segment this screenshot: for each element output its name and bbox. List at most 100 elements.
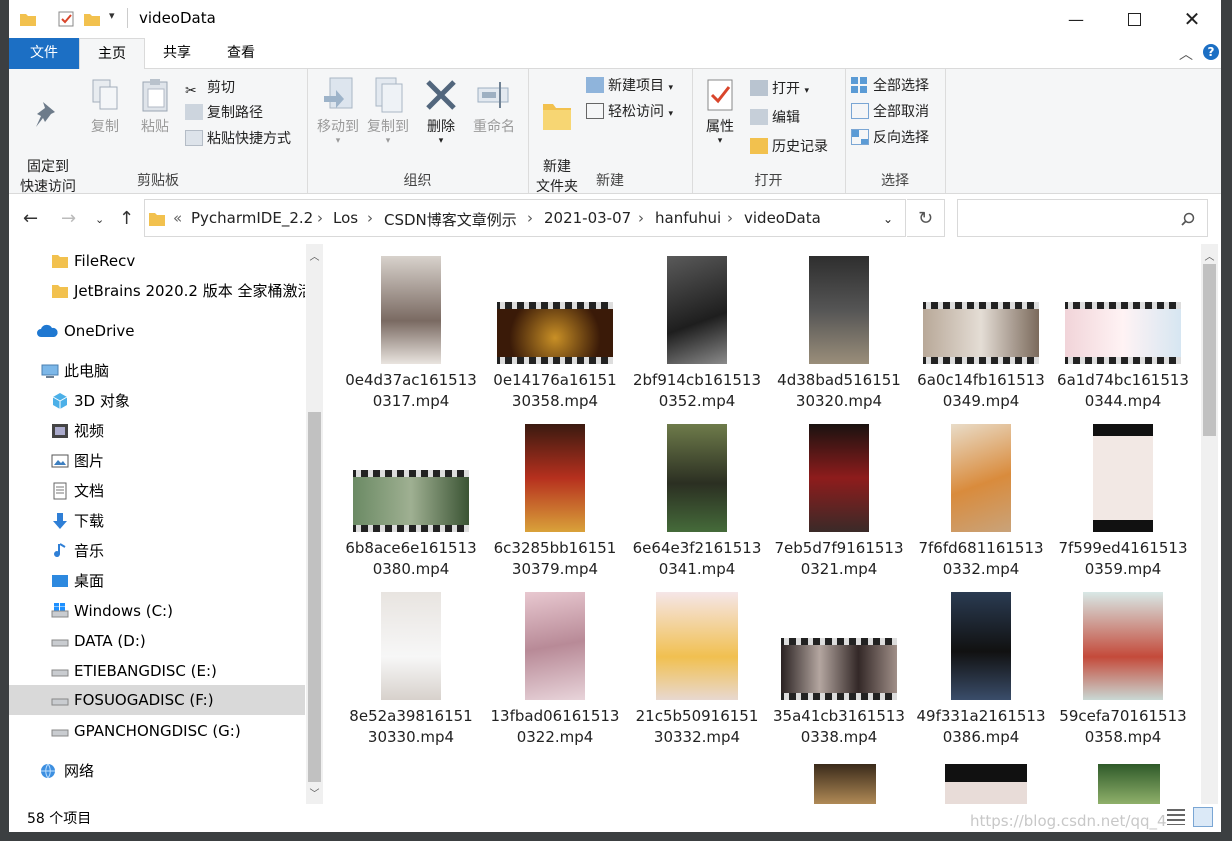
properties-button[interactable]: 属性 ▾ [700,75,740,146]
video-file-item[interactable]: 0e4d37ac1615130317.mp4 [345,254,477,414]
refresh-button[interactable]: ↻ [907,199,945,237]
video-file-item[interactable]: 35a41cb31615130338.mp4 [773,590,905,750]
select-none-button[interactable]: 全部取消 [851,101,929,123]
nav-item-drive-c[interactable]: Windows (C:) [9,596,305,626]
cut-button[interactable]: ✂ 剪切 [185,77,235,99]
nav-item-this-pc[interactable]: 此电脑 [9,356,305,386]
content-scrollbar[interactable]: ︿ [1201,244,1218,804]
collapse-ribbon-icon[interactable]: ︿ [1179,44,1193,64]
nav-item-drive-f[interactable]: FOSUOGADISC (F:) [9,685,305,715]
paste-button[interactable]: 粘贴 [131,75,179,137]
nav-item-3d-objects[interactable]: 3D 对象 [9,386,305,416]
video-file-item[interactable]: 7f599ed41615130359.mp4 [1057,422,1189,582]
minimize-button[interactable]: — [1047,0,1105,38]
breadcrumb-separator-icon[interactable]: › [638,209,644,227]
maximize-button[interactable] [1105,0,1163,38]
video-file-item[interactable]: 6a1d74bc1615130344.mp4 [1057,254,1189,414]
nav-item-drive-e[interactable]: ETIEBANGDISC (E:) [9,656,305,686]
recent-locations-chevron-icon[interactable]: ⌄ [95,213,104,226]
breadcrumb-item[interactable]: CSDN博客文章例示 [384,209,517,230]
breadcrumb-item[interactable]: Los [333,209,358,227]
forward-arrow-icon[interactable]: → [61,208,76,229]
history-button[interactable]: 历史记录 [750,136,828,158]
paste-shortcut-button[interactable]: 粘贴快捷方式 [185,128,291,150]
nav-item-drive-g[interactable]: GPANCHONGDISC (G:) [9,716,305,746]
up-arrow-icon[interactable]: ↑ [119,208,134,229]
scroll-down-icon[interactable]: ﹀ [306,785,323,800]
address-dropdown-chevron-icon[interactable]: ⌄ [883,212,893,226]
video-thumbnail[interactable] [1098,764,1160,804]
file-name: 0e14176a1615130358.mp4 [493,371,617,410]
nav-item-downloads[interactable]: 下载 [9,506,305,536]
breadcrumb-separator-icon[interactable]: › [727,209,733,227]
video-file-item[interactable]: 13fbad061615130322.mp4 [489,590,621,750]
search-input[interactable] [957,199,1208,237]
easy-access-button[interactable]: 轻松访问 ▾ [586,101,673,123]
nav-item-network[interactable]: 网络 [9,756,305,786]
breadcrumb-separator-icon[interactable]: › [367,209,373,227]
scroll-up-icon[interactable]: ︿ [306,248,323,263]
video-file-item[interactable]: 21c5b5091615130332.mp4 [631,590,763,750]
nav-item-drive-d[interactable]: DATA (D:) [9,626,305,656]
breadcrumb-item[interactable]: 2021-03-07 [544,209,631,227]
nav-scrollbar-thumb[interactable] [308,412,321,782]
video-file-item[interactable]: 2bf914cb1615130352.mp4 [631,254,763,414]
nav-scrollbar[interactable]: ︿ ﹀ [306,244,323,804]
nav-item-music[interactable]: 音乐 [9,536,305,566]
nav-item-onedrive[interactable]: OneDrive [9,316,305,346]
help-icon[interactable]: ? [1203,44,1219,60]
nav-item-documents[interactable]: 文档 [9,476,305,506]
video-file-item[interactable]: 6c3285bb1615130379.mp4 [489,422,621,582]
address-bar[interactable]: « PycharmIDE_2.2 › Los › CSDN博客文章例示 › 20… [144,199,906,237]
nav-item-videos[interactable]: 视频 [9,416,305,446]
video-file-item[interactable]: 59cefa701615130358.mp4 [1057,590,1189,750]
open-button[interactable]: 打开 ▾ [750,78,809,100]
details-view-icon[interactable] [1167,809,1185,825]
video-thumbnail[interactable] [814,764,876,804]
breadcrumb-item[interactable]: hanfuhui [655,209,721,227]
edit-button[interactable]: 编辑 [750,107,800,129]
video-thumbnail [656,592,738,700]
invert-selection-button[interactable]: 反向选择 [851,127,929,149]
video-file-item[interactable]: 6b8ace6e1615130380.mp4 [345,422,477,582]
video-file-item[interactable]: 7f6fd6811615130332.mp4 [915,422,1047,582]
breadcrumb-separator-icon[interactable]: › [317,209,323,227]
nav-item-jetbrains[interactable]: JetBrains 2020.2 版本 全家桶激活 [9,276,305,306]
video-file-item[interactable]: 49f331a21615130386.mp4 [915,590,1047,750]
video-file-item[interactable]: 6a0c14fb1615130349.mp4 [915,254,1047,414]
tab-home[interactable]: 主页 [79,38,145,70]
nav-item-filerecv[interactable]: FileRecv [9,246,305,276]
video-file-item[interactable]: 0e14176a1615130358.mp4 [489,254,621,414]
select-all-button[interactable]: 全部选择 [851,75,929,97]
breadcrumb-separator-icon[interactable]: › [527,209,533,227]
breadcrumb-item[interactable]: PycharmIDE_2.2 [191,209,313,227]
delete-button[interactable]: 删除 ▾ [421,75,461,146]
nav-item-desktop[interactable]: 桌面 [9,566,305,596]
video-file-item[interactable]: 7eb5d7f91615130321.mp4 [773,422,905,582]
move-to-button[interactable]: 移动到 ▾ [313,75,363,146]
breadcrumb-item[interactable]: videoData [744,209,821,227]
nav-item-pictures[interactable]: 图片 [9,446,305,476]
video-file-item[interactable]: 8e52a3981615130330.mp4 [345,590,477,750]
new-folder-quick-icon[interactable] [83,10,101,28]
item-count: 58 个项目 [27,811,92,827]
tab-share[interactable]: 共享 [149,38,205,68]
scroll-up-icon[interactable]: ︿ [1201,248,1218,263]
copy-button[interactable]: 复制 [81,75,129,137]
customize-quick-access-icon[interactable]: ▾ [109,9,115,22]
copy-path-button[interactable]: 复制路径 [185,102,263,124]
breadcrumb-overflow[interactable]: « [173,209,182,227]
properties-check-icon[interactable] [57,10,75,28]
back-arrow-icon[interactable]: ← [23,208,38,229]
video-thumbnail[interactable] [945,764,1027,804]
large-icons-view-icon[interactable] [1193,807,1213,827]
copy-to-button[interactable]: 复制到 ▾ [363,75,413,146]
content-scrollbar-thumb[interactable] [1203,264,1216,436]
close-button[interactable]: ✕ [1163,0,1221,38]
new-item-button[interactable]: 新建项目 ▾ [586,75,673,97]
rename-button[interactable]: 重命名 [467,75,521,137]
tab-view[interactable]: 查看 [213,38,269,68]
video-file-item[interactable]: 4d38bad51615130320.mp4 [773,254,905,414]
video-file-item[interactable]: 6e64e3f21615130341.mp4 [631,422,763,582]
nav-item-label: 此电脑 [64,362,110,380]
